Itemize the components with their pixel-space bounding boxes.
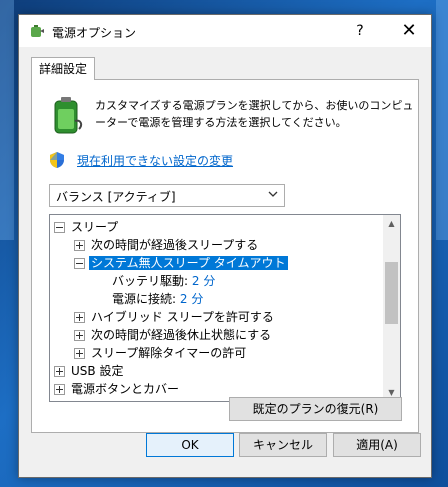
tree-item-label: 電源ボタンとカバー [71, 382, 180, 396]
expand-icon[interactable] [74, 348, 85, 359]
power-plan-select[interactable]: バランス [アクティブ] [49, 184, 285, 207]
tree-item-label: USB 設定 [71, 364, 124, 378]
tree-item-power-buttons[interactable]: 電源ボタンとカバー [54, 380, 179, 398]
plan-description: カスタマイズする電源プランを選択してから、お使いのコンピューターで電源を管理する… [95, 99, 414, 129]
desktop-window-pane [436, 0, 448, 240]
scroll-thumb[interactable] [385, 262, 398, 324]
chevron-down-icon [268, 191, 278, 197]
tree-item-label: 次の時間が経過後スリープする [91, 238, 259, 252]
tree-item-unattended-timeout[interactable]: システム無人スリープ タイムアウト [74, 254, 288, 272]
apply-button[interactable]: 適用(A) [333, 433, 421, 457]
plugged-in-value[interactable]: 2 分 [180, 292, 203, 306]
tree-item-label: システム無人スリープ タイムアウト [89, 256, 288, 270]
collapse-icon[interactable] [54, 222, 65, 233]
tree-item-wake-timers[interactable]: スリープ解除タイマーの許可 [74, 344, 246, 362]
expand-icon[interactable] [74, 240, 85, 251]
tab-advanced-settings[interactable]: 詳細設定 [31, 57, 96, 80]
tree-item-sleep[interactable]: スリープ [54, 218, 118, 236]
close-button[interactable]: ✕ [389, 15, 429, 47]
power-options-icon [31, 25, 44, 37]
power-options-dialog: 電源オプション ? ✕ 詳細設定 カスタマイズする電源プランを選択してから、お使… [18, 14, 432, 478]
tree-item-on-battery[interactable]: バッテリ駆動: 2 分 [112, 272, 215, 290]
battery-icon [54, 97, 83, 134]
tree-item-hibernate-after[interactable]: 次の時間が経過後休止状態にする [74, 326, 271, 344]
tree-item-usb-settings[interactable]: USB 設定 [54, 362, 123, 380]
tree-scrollbar[interactable]: ▲ ▼ [383, 215, 400, 401]
plan-select-value: バランス [アクティブ] [56, 190, 176, 204]
scroll-up-arrow-icon[interactable]: ▲ [383, 215, 400, 232]
tree-item-label: ハイブリッド スリープを許可する [91, 310, 274, 324]
tree-item-label: スリープ [71, 220, 119, 234]
expand-icon[interactable] [74, 330, 85, 341]
cancel-button[interactable]: キャンセル [239, 433, 327, 457]
ok-button[interactable]: OK [146, 433, 234, 457]
tree-item-plugged-in[interactable]: 電源に接続: 2 分 [112, 290, 203, 308]
expand-icon[interactable] [74, 312, 85, 323]
settings-tree[interactable]: スリープ 次の時間が経過後スリープする システム無人スリープ タイムアウト バッ… [49, 214, 401, 402]
tree-item-label: スリープ解除タイマーの許可 [91, 346, 247, 360]
close-icon: ✕ [401, 20, 417, 41]
title-bar[interactable]: 電源オプション ? ✕ [19, 15, 431, 47]
on-battery-label: バッテリ駆動: [112, 274, 189, 288]
window-title: 電源オプション [52, 26, 137, 40]
collapse-icon[interactable] [74, 258, 85, 269]
tree-item-hybrid-sleep[interactable]: ハイブリッド スリープを許可する [74, 308, 274, 326]
expand-icon[interactable] [54, 366, 65, 377]
desktop-window-pane [0, 0, 14, 240]
restore-defaults-button[interactable]: 既定のプランの復元(R) [229, 397, 402, 421]
plugged-in-label: 電源に接続: [112, 292, 177, 306]
uac-shield-icon [50, 152, 64, 168]
tree-item-sleep-after[interactable]: 次の時間が経過後スリープする [74, 236, 258, 254]
change-unavailable-settings-link[interactable]: 現在利用できない設定の変更 [77, 152, 233, 169]
help-button[interactable]: ? [345, 15, 375, 47]
on-battery-value[interactable]: 2 分 [192, 274, 215, 288]
expand-icon[interactable] [54, 384, 65, 395]
tree-item-label: 次の時間が経過後休止状態にする [91, 328, 272, 342]
